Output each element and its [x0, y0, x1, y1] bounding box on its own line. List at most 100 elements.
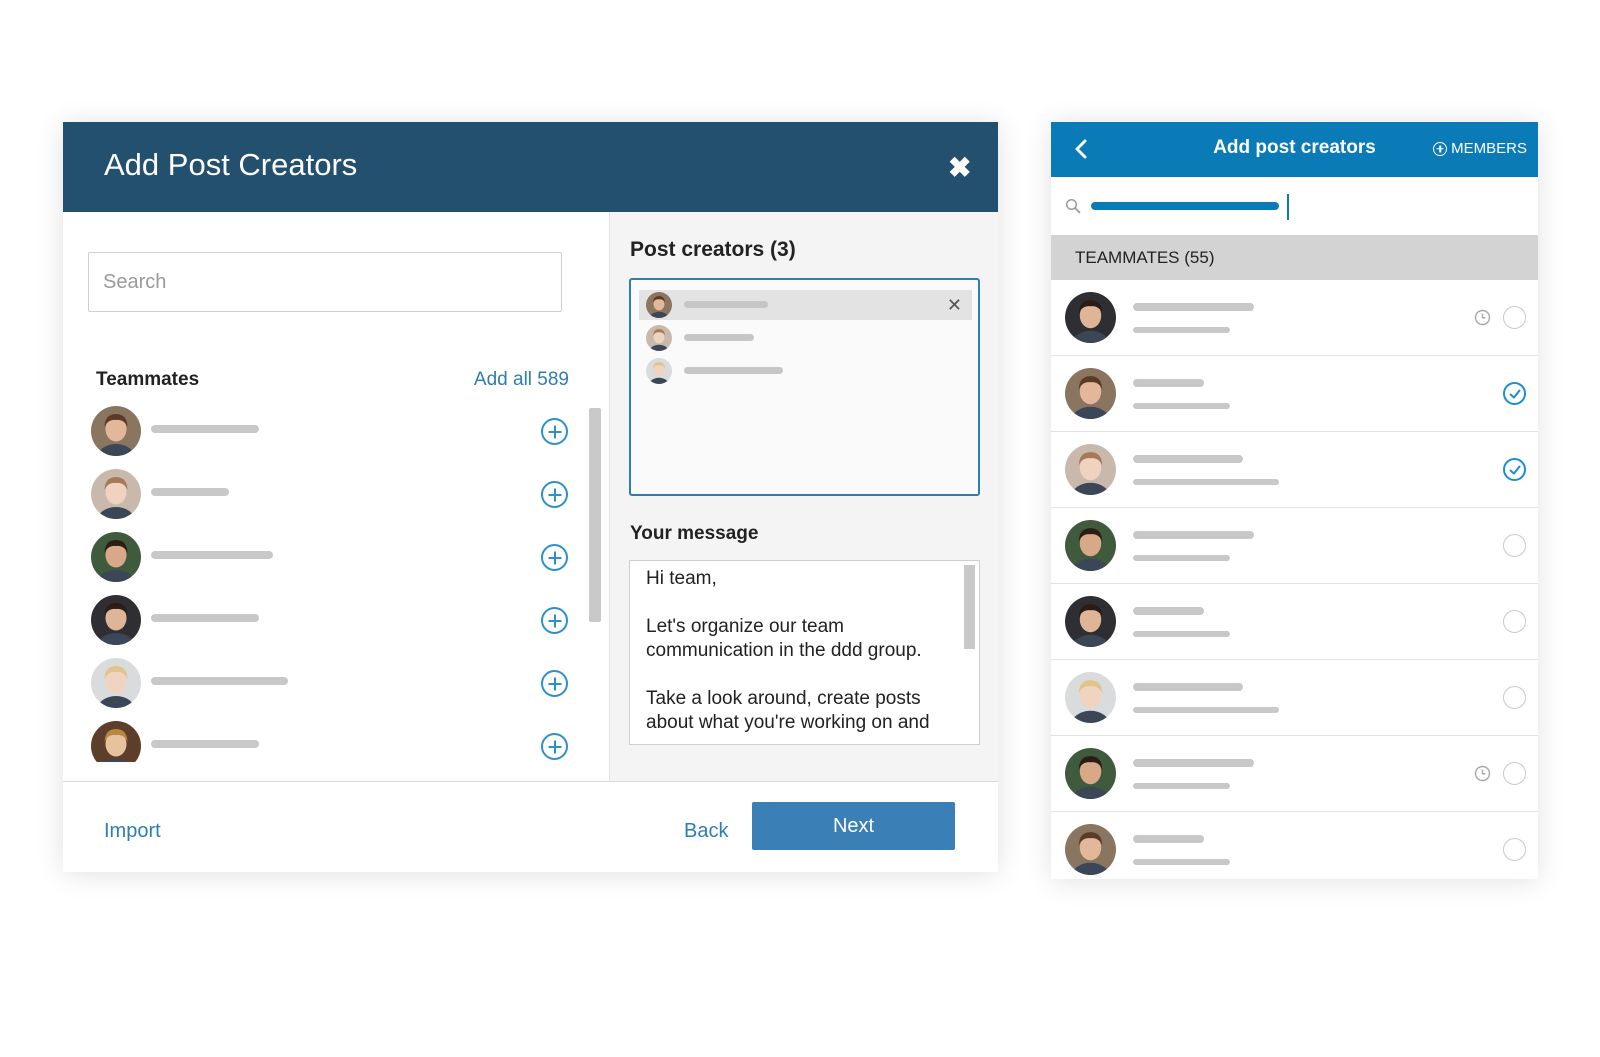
unchecked-circle-icon[interactable] — [1503, 762, 1526, 785]
mobile-search-input[interactable] — [1091, 193, 1291, 219]
add-teammate-plus-icon[interactable] — [541, 733, 568, 760]
name-placeholder — [1133, 835, 1204, 843]
name-placeholder — [151, 614, 259, 622]
message-textarea[interactable]: Hi team, Let's organize our team communi… — [629, 560, 980, 745]
teammate-row — [63, 717, 583, 762]
close-icon[interactable]: ✖ — [948, 154, 971, 182]
name-placeholder — [151, 488, 229, 496]
name-placeholder — [151, 425, 259, 433]
mobile-header: Add post creators MEMBERS — [1051, 122, 1538, 177]
avatar — [91, 532, 141, 582]
name-placeholder — [151, 740, 259, 748]
name-placeholder — [684, 301, 768, 308]
teammate-row — [63, 465, 583, 528]
teammates-section-header: TEAMMATES (55) — [1051, 235, 1538, 280]
subtitle-placeholder — [1133, 783, 1230, 789]
avatar — [646, 358, 672, 384]
teammate-row — [63, 528, 583, 591]
avatar — [1065, 368, 1116, 419]
members-button[interactable]: MEMBERS — [1433, 140, 1527, 157]
add-teammate-plus-icon[interactable] — [541, 481, 568, 508]
modal-header: Add Post Creators ✖ — [63, 122, 998, 212]
teammate-row — [63, 402, 583, 465]
avatar — [91, 658, 141, 708]
name-placeholder — [1133, 607, 1204, 615]
clock-icon — [1474, 765, 1491, 782]
subtitle-placeholder — [1133, 555, 1230, 561]
add-teammate-plus-icon[interactable] — [541, 544, 568, 571]
add-teammate-plus-icon[interactable] — [541, 607, 568, 634]
unchecked-circle-icon[interactable] — [1503, 838, 1526, 861]
mobile-teammate-row[interactable] — [1051, 584, 1538, 660]
avatar — [91, 721, 141, 762]
modal-title: Add Post Creators — [104, 147, 358, 182]
post-creators-heading: Post creators (3) — [630, 238, 796, 261]
next-button[interactable]: Next — [752, 802, 955, 850]
subtitle-placeholder — [1133, 403, 1230, 409]
remove-creator-icon[interactable]: ✕ — [947, 294, 962, 316]
avatar — [1065, 444, 1116, 495]
mobile-search-bar — [1051, 177, 1538, 235]
teammates-heading: Teammates — [96, 369, 200, 390]
mobile-teammate-row[interactable] — [1051, 508, 1538, 584]
name-placeholder — [1133, 759, 1254, 767]
post-creator-row[interactable] — [639, 356, 972, 386]
add-teammate-plus-icon[interactable] — [541, 670, 568, 697]
teammate-row — [63, 591, 583, 654]
unchecked-circle-icon[interactable] — [1503, 610, 1526, 633]
checked-circle-icon[interactable] — [1503, 458, 1526, 481]
search-icon — [1065, 198, 1081, 214]
avatar — [646, 292, 672, 318]
message-heading: Your message — [630, 523, 759, 544]
import-link[interactable]: Import — [104, 820, 161, 843]
teammate-row — [63, 654, 583, 717]
avatar — [1065, 596, 1116, 647]
teammates-scrollbar[interactable] — [589, 408, 601, 622]
mobile-teammate-row[interactable] — [1051, 280, 1538, 356]
mobile-teammate-row[interactable] — [1051, 356, 1538, 432]
mobile-teammates-list — [1051, 280, 1538, 879]
avatar — [1065, 292, 1116, 343]
teammates-pane: Teammates Add all 589 — [63, 212, 609, 781]
mobile-teammate-row[interactable] — [1051, 736, 1538, 812]
subtitle-placeholder — [1133, 479, 1279, 485]
avatar — [91, 469, 141, 519]
subtitle-placeholder — [1133, 707, 1279, 713]
name-placeholder — [1133, 683, 1243, 691]
checked-circle-icon[interactable] — [1503, 382, 1526, 405]
message-paragraph: Hi team, — [646, 568, 717, 589]
message-paragraph: Take a look around, create posts about w… — [646, 688, 930, 733]
subtitle-placeholder — [1133, 631, 1230, 637]
unchecked-circle-icon[interactable] — [1503, 534, 1526, 557]
add-all-link[interactable]: Add all 589 — [474, 369, 569, 391]
unchecked-circle-icon[interactable] — [1503, 686, 1526, 709]
add-teammate-plus-icon[interactable] — [541, 418, 568, 445]
post-creator-row[interactable]: ✕ — [639, 290, 972, 320]
members-label: MEMBERS — [1451, 140, 1527, 157]
search-input[interactable] — [88, 252, 562, 312]
unchecked-circle-icon[interactable] — [1503, 306, 1526, 329]
back-link[interactable]: Back — [684, 820, 728, 843]
name-placeholder — [1133, 455, 1243, 463]
subtitle-placeholder — [1133, 859, 1230, 865]
avatar — [1065, 520, 1116, 571]
name-placeholder — [151, 551, 273, 559]
avatar — [91, 595, 141, 645]
avatar — [1065, 824, 1116, 875]
name-placeholder — [684, 334, 754, 341]
name-placeholder — [151, 677, 288, 685]
avatar — [1065, 748, 1116, 799]
plus-circle-icon — [1433, 141, 1448, 156]
subtitle-placeholder — [1133, 327, 1230, 333]
add-post-creators-modal: Add Post Creators ✖ Teammates Add all 58… — [63, 122, 998, 872]
name-placeholder — [1133, 303, 1254, 311]
mobile-teammate-row[interactable] — [1051, 432, 1538, 508]
post-creators-pane: Post creators (3) ✕ Your message Hi team… — [609, 212, 998, 781]
mobile-teammate-row[interactable] — [1051, 812, 1538, 879]
mobile-teammate-row[interactable] — [1051, 660, 1538, 736]
post-creator-row[interactable] — [639, 323, 972, 353]
message-scrollbar[interactable] — [964, 565, 975, 649]
avatar — [646, 325, 672, 351]
avatar — [1065, 672, 1116, 723]
teammates-list — [63, 402, 583, 762]
